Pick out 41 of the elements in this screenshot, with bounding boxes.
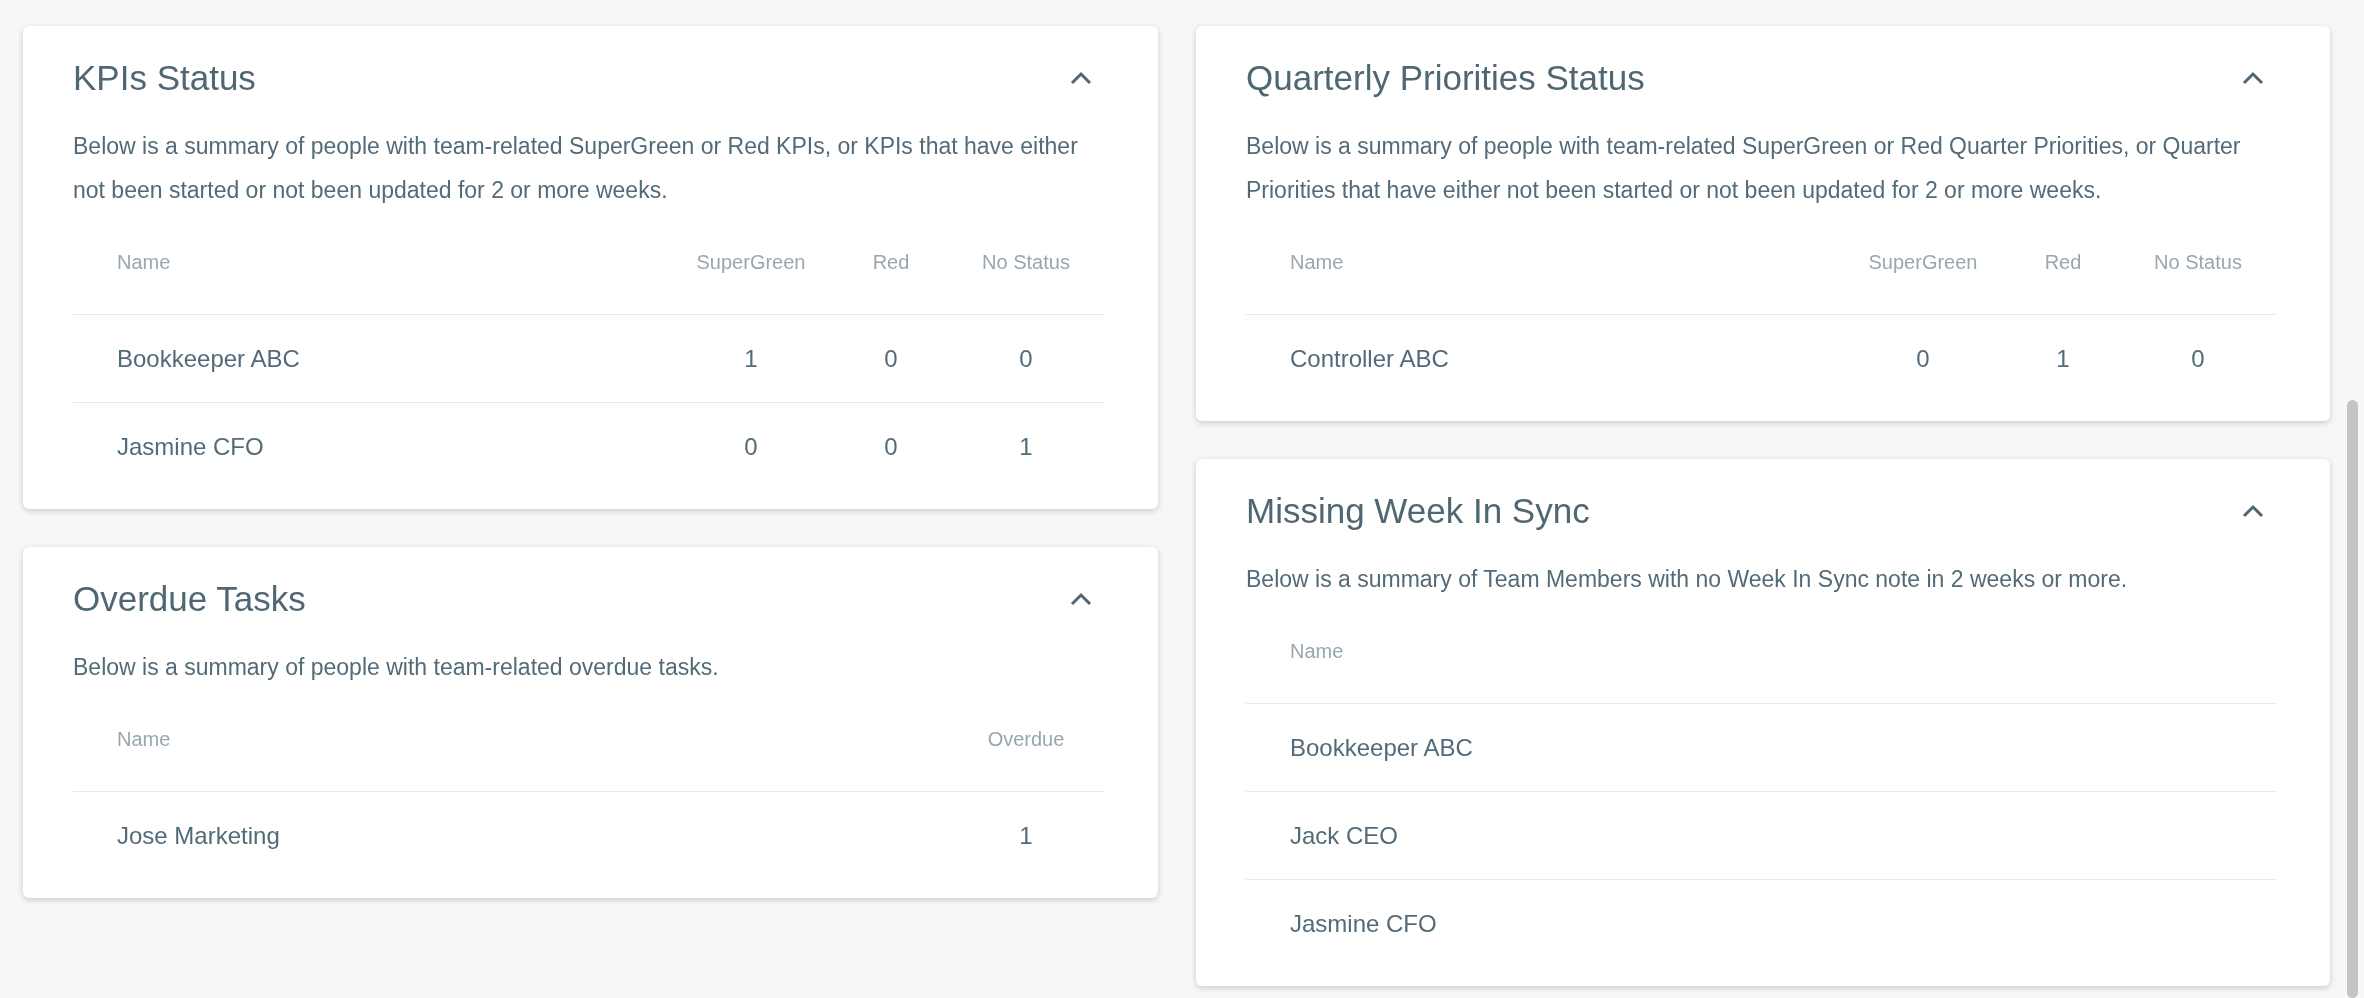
card-title: Quarterly Priorities Status (1246, 57, 1645, 99)
column-header: Name (117, 727, 171, 752)
table-cell-text: Bookkeeper ABC (117, 343, 300, 374)
card-description: Below is a summary of people with team-related overdue tasks. (73, 653, 720, 682)
table-cell-text: 1 (2056, 344, 2070, 374)
chevron-up-icon[interactable] (1070, 592, 1092, 606)
column-header: Name (117, 250, 171, 275)
scrollbar-thumb[interactable] (2346, 400, 2358, 998)
column-header: Name (1290, 250, 1344, 275)
table-cell-text: Jasmine CFO (117, 432, 264, 462)
chevron-up-icon[interactable] (1070, 71, 1092, 85)
column-header: No Status (2154, 250, 2242, 275)
column-header: Name (1290, 639, 1344, 664)
table-cell-text: Jack CEO (1290, 820, 1399, 851)
table-cell-text: Jasmine CFO (1290, 909, 1437, 939)
table-cell-text: 0 (884, 343, 898, 374)
card-description: Below is a summary of people with team-related SuperGreen or Red Quarter Priorities, or Quarter Priorities that have either not been started or not been updated for 2 or more weeks. (1246, 132, 2242, 205)
column-header: SuperGreen (1868, 250, 1978, 275)
table-cell-text: 0 (1916, 344, 1930, 374)
card-title: KPIs Status (73, 57, 256, 99)
table-cell-text: 0 (744, 432, 758, 462)
card-title: Overdue Tasks (73, 578, 306, 620)
table-cell-text: 1 (1019, 432, 1033, 462)
table-cell-text: Bookkeeper ABC (1290, 732, 1473, 763)
table-cell-text: Jose Marketing (117, 821, 280, 851)
column-header: Overdue (987, 727, 1065, 752)
table-cell-text: Controller ABC (1290, 344, 1449, 374)
card-description: Below is a summary of Team Members with no Week In Sync note in 2 weeks or more. (1246, 565, 2129, 594)
card-title: Missing Week In Sync (1246, 490, 1590, 532)
chevron-up-icon[interactable] (2242, 71, 2264, 85)
table-cell-text: 0 (2191, 344, 2205, 374)
table-cell-text: 1 (1019, 821, 1033, 851)
column-header: Red (2044, 250, 2082, 275)
column-header: SuperGreen (696, 250, 806, 275)
table-cell-text: 0 (884, 432, 898, 462)
table-cell-text: 0 (1019, 343, 1033, 374)
column-header: No Status (982, 250, 1070, 275)
chevron-up-icon[interactable] (2242, 504, 2264, 518)
table-cell-text: 1 (744, 343, 758, 374)
column-header: Red (872, 250, 910, 275)
card-description: Below is a summary of people with team-related SuperGreen or Red KPIs, or KPIs that have either not been started or not been updated for 2 or more weeks. (73, 132, 1079, 205)
